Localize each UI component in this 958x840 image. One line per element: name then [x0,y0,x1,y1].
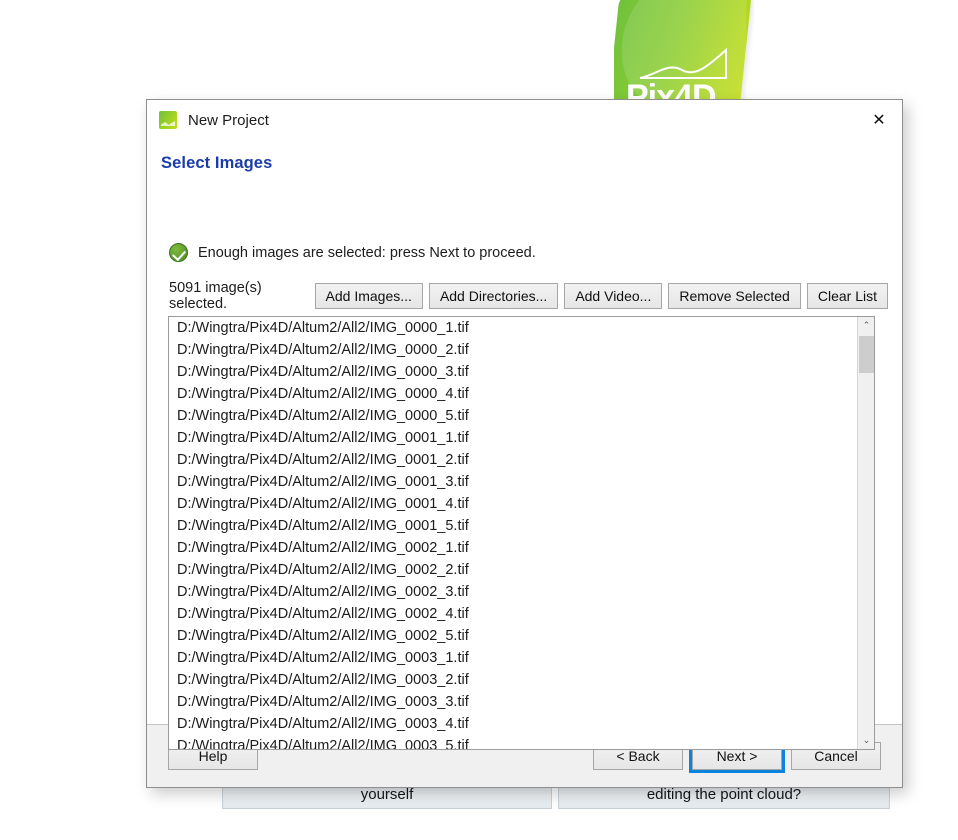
list-item[interactable]: D:/Wingtra/Pix4D/Altum2/All2/IMG_0003_3.… [169,691,857,713]
image-toolbar-buttons: Add Images... Add Directories... Add Vid… [314,283,888,309]
image-count-toolbar: 5091 image(s) selected. Add Images... Ad… [169,280,888,312]
list-item[interactable]: D:/Wingtra/Pix4D/Altum2/All2/IMG_0002_4.… [169,603,857,625]
list-item[interactable]: D:/Wingtra/Pix4D/Altum2/All2/IMG_0002_1.… [169,537,857,559]
add-video-button[interactable]: Add Video... [564,283,663,309]
dialog-title: New Project [188,111,269,129]
clear-list-button[interactable]: Clear List [806,283,888,309]
image-file-listbox[interactable]: D:/Wingtra/Pix4D/Altum2/All2/IMG_0000_1.… [168,316,875,750]
list-item[interactable]: D:/Wingtra/Pix4D/Altum2/All2/IMG_0002_2.… [169,559,857,581]
pix4d-wave-mark [639,48,727,79]
list-item[interactable]: D:/Wingtra/Pix4D/Altum2/All2/IMG_0000_4.… [169,383,857,405]
list-item[interactable]: D:/Wingtra/Pix4D/Altum2/All2/IMG_0001_4.… [169,493,857,515]
list-item[interactable]: D:/Wingtra/Pix4D/Altum2/All2/IMG_0001_1.… [169,427,857,449]
page-title: Select Images [161,154,273,172]
scroll-up-arrow-icon[interactable]: ⌃ [858,317,874,334]
success-check-icon [169,243,188,262]
file-list-scrollbar[interactable]: ⌃ ⌄ [857,317,874,749]
list-item[interactable]: D:/Wingtra/Pix4D/Altum2/All2/IMG_0003_4.… [169,713,857,735]
list-item[interactable]: D:/Wingtra/Pix4D/Altum2/All2/IMG_0000_2.… [169,339,857,361]
scrollbar-thumb[interactable] [859,336,874,373]
list-item[interactable]: D:/Wingtra/Pix4D/Altum2/All2/IMG_0000_3.… [169,361,857,383]
screen: Pix4D yourself editing the point cloud? … [0,0,958,840]
status-message-text: Enough images are selected: press Next t… [198,244,536,261]
list-item[interactable]: D:/Wingtra/Pix4D/Altum2/All2/IMG_0000_5.… [169,405,857,427]
list-item[interactable]: D:/Wingtra/Pix4D/Altum2/All2/IMG_0001_5.… [169,515,857,537]
dialog-titlebar: New Project ✕ [147,100,902,140]
background-card-right-text: editing the point cloud? [646,786,802,803]
close-icon[interactable]: ✕ [856,100,902,140]
scroll-down-arrow-icon[interactable]: ⌄ [858,732,874,749]
list-item[interactable]: D:/Wingtra/Pix4D/Altum2/All2/IMG_0001_2.… [169,449,857,471]
image-file-list[interactable]: D:/Wingtra/Pix4D/Altum2/All2/IMG_0000_1.… [169,317,857,749]
pix4d-logo: Pix4D [614,0,754,104]
status-message: Enough images are selected: press Next t… [169,243,536,262]
list-item[interactable]: D:/Wingtra/Pix4D/Altum2/All2/IMG_0001_3.… [169,471,857,493]
pix4d-app-icon [159,111,177,129]
list-item[interactable]: D:/Wingtra/Pix4D/Altum2/All2/IMG_0003_1.… [169,647,857,669]
remove-selected-button[interactable]: Remove Selected [668,283,801,309]
list-item[interactable]: D:/Wingtra/Pix4D/Altum2/All2/IMG_0003_5.… [169,735,857,749]
new-project-dialog: New Project ✕ Select Images Enough image… [146,99,903,788]
list-item[interactable]: D:/Wingtra/Pix4D/Altum2/All2/IMG_0000_1.… [169,317,857,339]
add-directories-button[interactable]: Add Directories... [428,283,559,309]
dialog-body: Select Images Enough images are selected… [147,140,902,750]
list-item[interactable]: D:/Wingtra/Pix4D/Altum2/All2/IMG_0002_5.… [169,625,857,647]
background-card-left-text: yourself [360,786,414,803]
add-images-button[interactable]: Add Images... [314,283,423,309]
image-count-label: 5091 image(s) selected. [169,280,262,312]
list-item[interactable]: D:/Wingtra/Pix4D/Altum2/All2/IMG_0002_3.… [169,581,857,603]
list-item[interactable]: D:/Wingtra/Pix4D/Altum2/All2/IMG_0003_2.… [169,669,857,691]
